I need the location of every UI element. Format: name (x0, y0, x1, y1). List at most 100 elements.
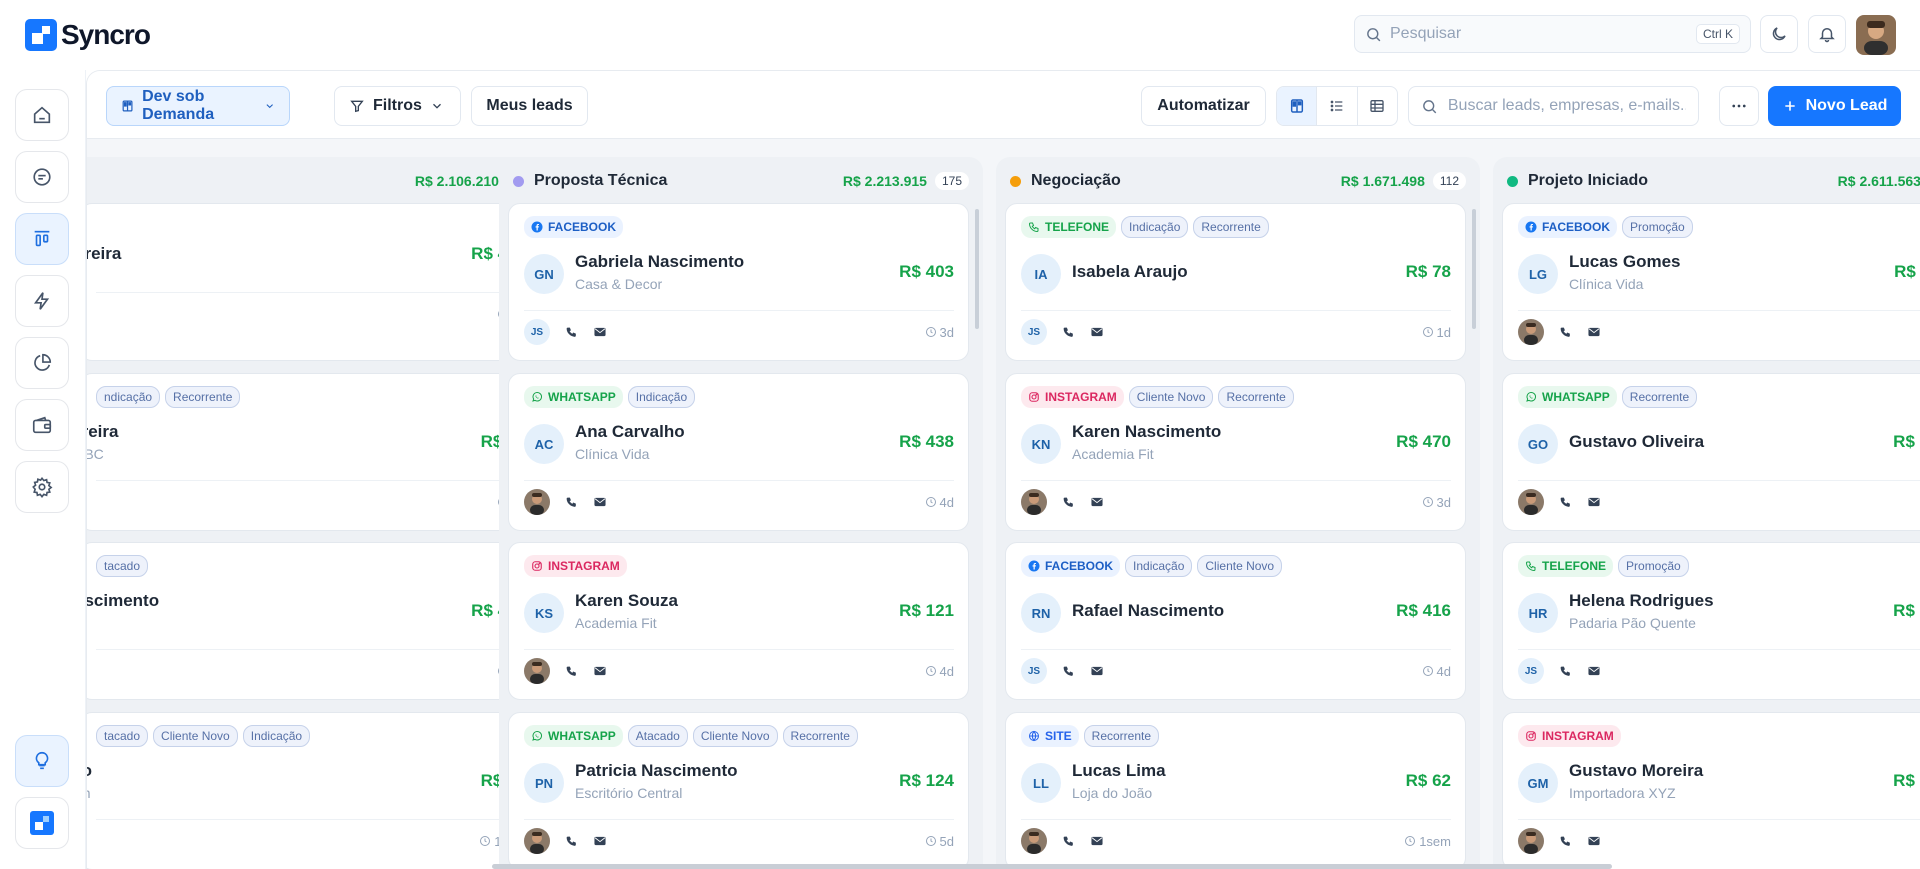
lead-card[interactable]: ereiraR$ 4493d (87, 203, 541, 361)
lead-card[interactable]: INSTAGRAM GM Gustavo Moreira Importadora XY… (1502, 712, 1920, 869)
lead-card[interactable]: WHATSAPP Atacado Cliente Novo Recorrente PN P… (508, 712, 969, 869)
lead-card[interactable]: FACEBOOK GN Gabriela Nascimento Casa & Deco… (508, 203, 969, 361)
lead-age-text: 1d (1436, 324, 1451, 340)
mail-icon[interactable] (593, 325, 607, 339)
lead-name[interactable]: ereira (87, 244, 121, 264)
lead-card[interactable]: tacadoascimentooR$ 4854d (87, 542, 541, 700)
table-view-button[interactable] (1358, 87, 1397, 125)
sidebar-item-tips[interactable] (15, 735, 69, 787)
mail-icon[interactable] (593, 664, 607, 678)
lead-name[interactable]: Rafael Nascimento (1072, 601, 1224, 621)
more-horizontal-icon (1732, 104, 1746, 108)
lead-age: 1d (1422, 325, 1451, 340)
notifications-button[interactable] (1808, 15, 1846, 53)
lead-card[interactable]: INSTAGRAM Cliente Novo Recorrente KN Karen N… (1005, 373, 1466, 531)
owner-avatar: JS (1518, 658, 1544, 684)
card-divider (1518, 480, 1920, 481)
sidebar-item-brand[interactable] (15, 797, 69, 849)
new-lead-button[interactable]: Novo Lead (1768, 86, 1901, 126)
owner-avatar (1518, 319, 1544, 345)
lead-card[interactable]: WHATSAPP Indicação AC Ana Carvalho Clínica V… (508, 373, 969, 531)
lead-card[interactable]: SITE Recorrente LL Lucas Lima Loja do João R$… (1005, 712, 1466, 869)
lead-name[interactable]: Ana Carvalho (575, 422, 685, 442)
column-header: Projeto IniciadoR$ 2.611.563191 (1507, 169, 1920, 193)
sidebar-item-automations[interactable] (15, 275, 69, 327)
sidebar-item-wallet[interactable] (15, 399, 69, 451)
mail-icon[interactable] (1587, 325, 1601, 339)
lead-name[interactable]: Helena Rodrigues (1569, 591, 1714, 611)
user-avatar[interactable] (1856, 15, 1896, 55)
phone-icon[interactable] (565, 496, 578, 509)
clock-icon (479, 835, 491, 847)
mail-icon[interactable] (1090, 495, 1104, 509)
theme-toggle-button[interactable] (1760, 15, 1798, 53)
sidebar-item-chat[interactable] (15, 151, 69, 203)
clock-icon (1422, 665, 1434, 677)
pipeline-selector[interactable]: Dev sob Demanda (106, 86, 290, 126)
lead-name[interactable]: Lucas Gomes (1569, 252, 1681, 272)
lead-search[interactable] (1408, 86, 1699, 126)
app-logo[interactable]: Syncro (25, 19, 151, 51)
mail-icon[interactable] (1090, 664, 1104, 678)
phone-icon[interactable] (1062, 835, 1075, 848)
mail-icon[interactable] (593, 834, 607, 848)
horizontal-scrollbar[interactable] (492, 864, 1612, 869)
mail-icon[interactable] (1587, 834, 1601, 848)
tag-text: FACEBOOK (548, 220, 617, 234)
my-leads-button[interactable]: Meus leads (471, 86, 588, 126)
lead-name[interactable]: Gabriela Nascimento (575, 252, 744, 272)
mail-icon[interactable] (1090, 325, 1104, 339)
kanban-view-button[interactable] (1277, 87, 1318, 125)
sidebar-item-pipeline[interactable] (15, 213, 69, 265)
lead-card[interactable]: TELEFONE Indicação Recorrente IA Isabela Ara… (1005, 203, 1466, 361)
phone-icon[interactable] (1062, 326, 1075, 339)
phone-icon[interactable] (565, 665, 578, 678)
lead-name[interactable]: Karen Souza (575, 591, 678, 611)
phone-icon[interactable] (1559, 326, 1572, 339)
mail-icon[interactable] (1090, 834, 1104, 848)
lead-card[interactable]: FACEBOOK Indicação Cliente Novo RN Rafael Na… (1005, 542, 1466, 700)
lead-card-footer: JS 4d (1021, 657, 1451, 685)
lead-name[interactable]: Karen Nascimento (1072, 422, 1221, 442)
phone-icon[interactable] (1559, 835, 1572, 848)
tag-text: ndicação (104, 390, 153, 404)
lead-card[interactable]: INSTAGRAM KS Karen Souza Academia Fit R$ 121… (508, 542, 969, 700)
lead-name[interactable]: Gustavo Oliveira (1569, 432, 1704, 452)
lead-card[interactable]: TELEFONE Promoção HR Helena Rodrigues Padari… (1502, 542, 1920, 700)
mail-icon[interactable] (1587, 664, 1601, 678)
mail-icon[interactable] (593, 495, 607, 509)
lead-name[interactable]: ascimento (87, 591, 159, 611)
more-options-button[interactable] (1719, 86, 1759, 126)
lead-search-input[interactable] (1447, 97, 1686, 115)
mail-icon[interactable] (1587, 495, 1601, 509)
phone-icon[interactable] (1559, 665, 1572, 678)
lead-name[interactable]: ro (87, 761, 92, 781)
lead-name[interactable]: Isabela Araujo (1072, 262, 1188, 282)
phone-icon[interactable] (1559, 496, 1572, 509)
lead-name[interactable]: Patricia Nascimento (575, 761, 738, 781)
lead-name[interactable]: Gustavo Moreira (1569, 761, 1703, 781)
sidebar-item-reports[interactable] (15, 337, 69, 389)
sidebar-item-home[interactable] (15, 89, 69, 141)
lead-card[interactable]: tacadoCliente NovoIndicaçãorognR$ 961sem (87, 712, 541, 869)
list-view-button[interactable] (1317, 87, 1358, 125)
phone-icon[interactable] (565, 835, 578, 848)
filters-button[interactable]: Filtros (334, 86, 461, 126)
lead-card[interactable]: WHATSAPP Recorrente GO Gustavo Oliveira R$ 3… (1502, 373, 1920, 531)
tag-text: Recorrente (1091, 729, 1152, 743)
phone-icon[interactable] (1062, 496, 1075, 509)
lead-name[interactable]: Lucas Lima (1072, 761, 1166, 781)
global-search[interactable]: Pesquisar Ctrl K (1354, 15, 1751, 53)
phone-icon[interactable] (565, 326, 578, 339)
column-scrollbar[interactable] (975, 209, 979, 329)
lead-card[interactable]: FACEBOOK Promoção LG Lucas Gomes Clínica Vid… (1502, 203, 1920, 361)
lead-name[interactable]: rreira (87, 422, 118, 442)
lead-card-footer: 1sem (96, 827, 526, 855)
global-search-placeholder: Pesquisar (1390, 25, 1462, 42)
lead-card[interactable]: ndicaçãoRecorrenterreiraABCR$ 613d (87, 373, 541, 531)
pie-chart-icon (34, 353, 52, 371)
sidebar-item-settings[interactable] (15, 461, 69, 513)
phone-icon[interactable] (1062, 665, 1075, 678)
automate-button[interactable]: Automatizar (1141, 86, 1266, 126)
column-scrollbar[interactable] (1472, 209, 1476, 329)
